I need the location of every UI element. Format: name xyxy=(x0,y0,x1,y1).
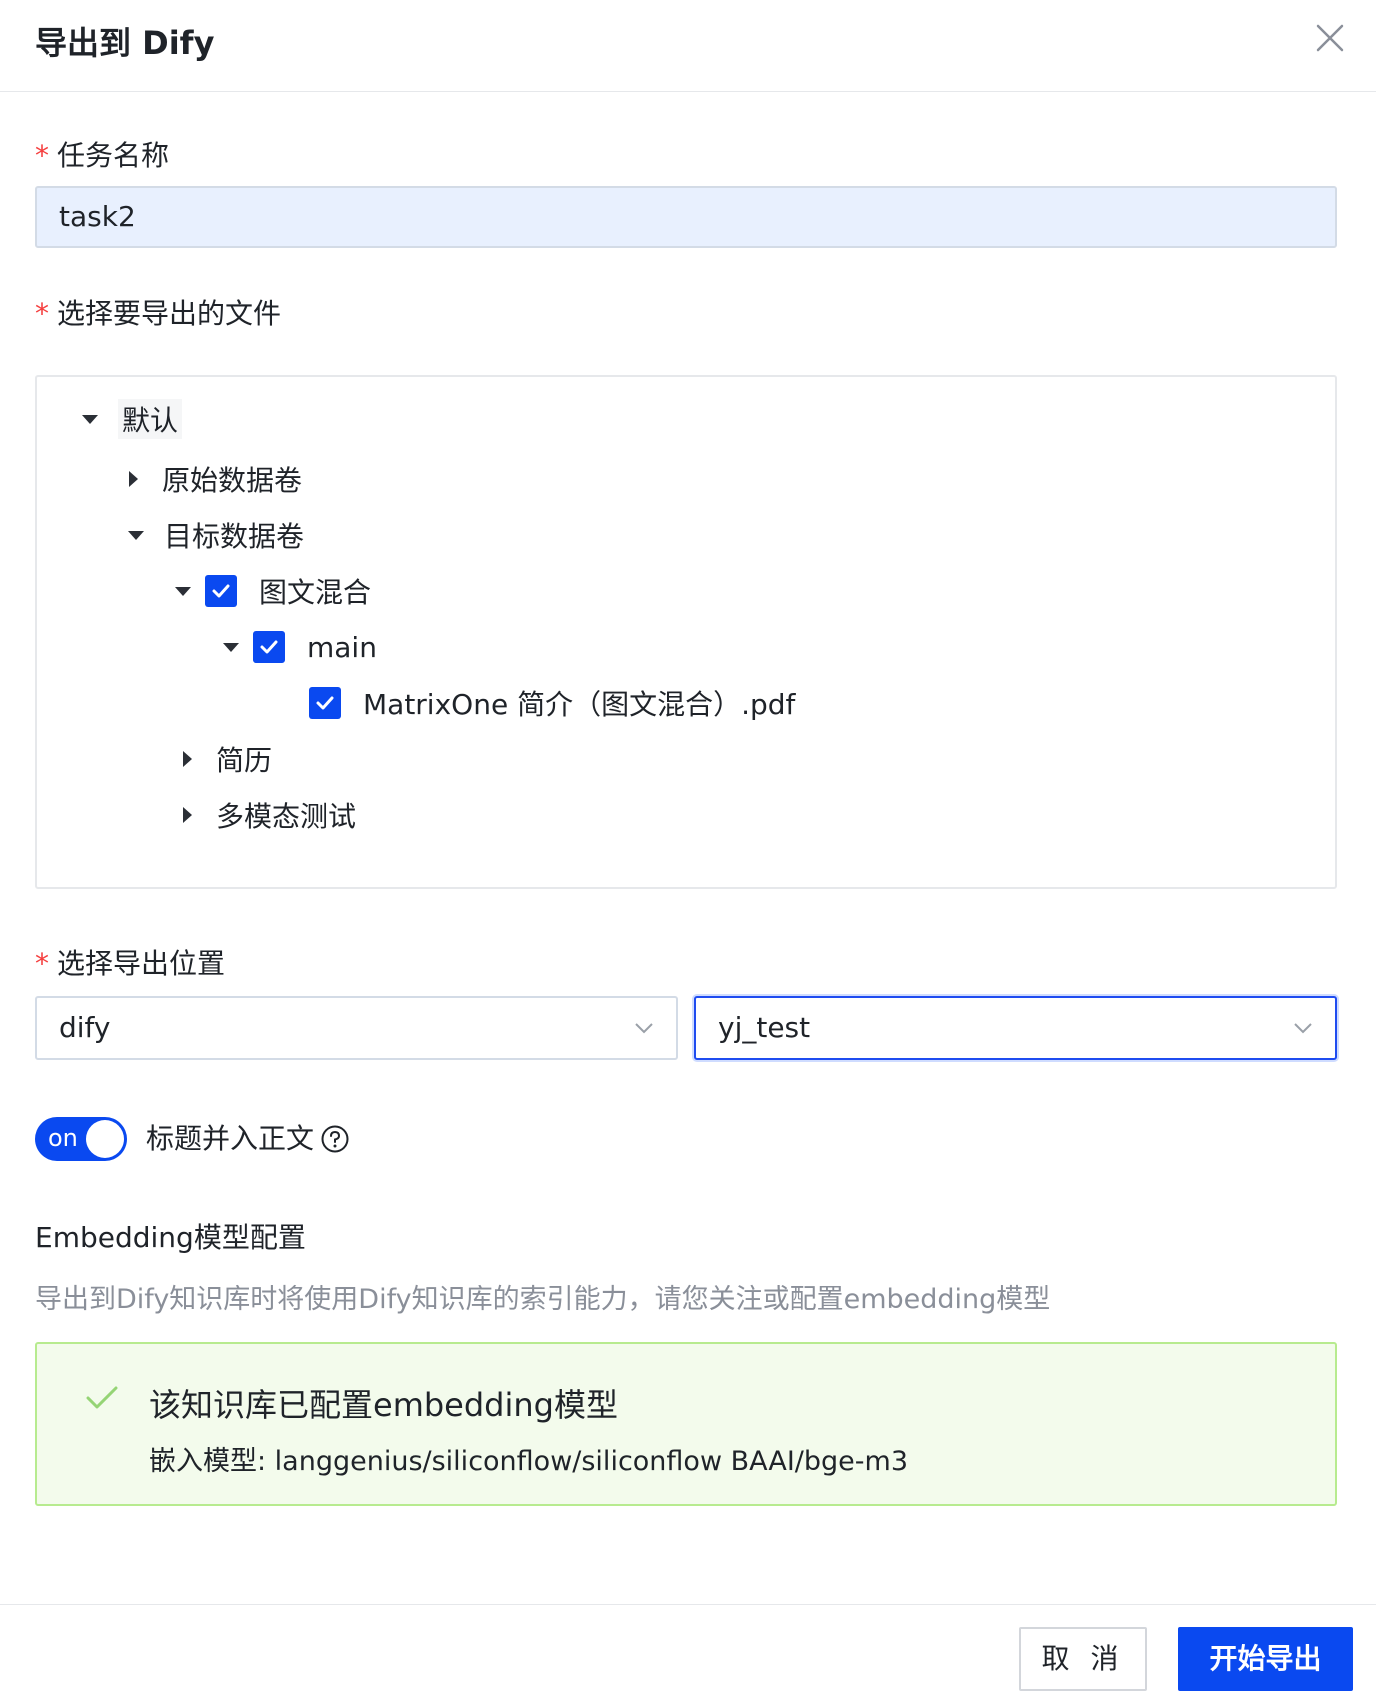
platform-select[interactable]: dify xyxy=(35,996,678,1060)
task-name-label-text: 任务名称 xyxy=(57,139,170,172)
title-merge-toggle[interactable]: on xyxy=(35,1117,127,1161)
caret-down-icon[interactable] xyxy=(175,586,191,596)
dialog-title: 导出到 Dify xyxy=(35,24,215,62)
tree-node-source-volume[interactable]: 原始数据卷 xyxy=(129,457,302,501)
check-icon xyxy=(260,640,278,654)
embedding-success-alert: 该知识库已配置embedding模型 嵌入模型: langgenius/sili… xyxy=(35,1342,1337,1506)
embedding-section-title: Embedding模型配置 xyxy=(35,1221,306,1254)
caret-down-icon[interactable] xyxy=(128,530,144,540)
tree-node-main-label: main xyxy=(307,630,377,664)
checkbox-checked[interactable] xyxy=(253,631,285,663)
task-name-input[interactable]: task2 xyxy=(35,186,1337,248)
dataset-select[interactable]: yj_test xyxy=(694,996,1337,1060)
location-label: * 选择导出位置 xyxy=(35,942,225,982)
dialog-footer xyxy=(0,1604,1376,1707)
tree-node-root-label: 默认 xyxy=(118,399,183,439)
check-icon xyxy=(86,1386,118,1409)
alert-title: 该知识库已配置embedding模型 xyxy=(149,1386,618,1424)
files-label: * 选择要导出的文件 xyxy=(35,292,281,332)
caret-down-icon[interactable] xyxy=(82,414,98,424)
chevron-down-icon xyxy=(635,1023,653,1034)
checkbox-checked[interactable] xyxy=(309,687,341,719)
close-icon[interactable] xyxy=(1312,20,1348,56)
tree-node-target-volume[interactable]: 目标数据卷 xyxy=(128,513,304,557)
required-marker: * xyxy=(35,297,49,330)
task-name-label: * 任务名称 xyxy=(35,134,169,174)
question-circle-icon[interactable] xyxy=(320,1124,350,1154)
toggle-label: 标题并入正文 xyxy=(146,1117,350,1161)
tree-node-resume-label: 简历 xyxy=(216,744,273,777)
dataset-select-value: yj_test xyxy=(718,1011,811,1044)
tree-node-resume[interactable]: 简历 xyxy=(183,737,272,781)
tree-node-mixed-label: 图文混合 xyxy=(259,576,372,609)
caret-right-icon[interactable] xyxy=(183,807,192,823)
tree-node-mixed[interactable]: 图文混合 xyxy=(175,569,371,613)
toggle-knob xyxy=(86,1120,124,1158)
start-export-button[interactable]: 开始导出 xyxy=(1178,1627,1353,1691)
tree-node-target-volume-label: 目标数据卷 xyxy=(164,520,305,553)
tree-node-source-volume-label: 原始数据卷 xyxy=(162,464,303,497)
check-icon xyxy=(316,696,334,710)
dialog-header: 导出到 Dify xyxy=(0,0,1376,92)
chevron-down-icon xyxy=(1294,1023,1312,1034)
toggle-label-text: 标题并入正文 xyxy=(146,1122,315,1155)
tree-node-file-label: MatrixOne 简介（图文混合）.pdf xyxy=(363,688,796,721)
location-label-text: 选择导出位置 xyxy=(57,947,226,980)
checkbox-checked[interactable] xyxy=(205,575,237,607)
alert-detail: 嵌入模型: langgenius/siliconflow/siliconflow… xyxy=(149,1446,908,1477)
tree-node-file[interactable]: MatrixOne 简介（图文混合）.pdf xyxy=(309,681,795,725)
tree-node-root[interactable]: 默认 xyxy=(82,397,183,441)
cancel-button[interactable]: 取 消 xyxy=(1019,1627,1147,1691)
files-label-text: 选择要导出的文件 xyxy=(57,297,282,330)
embedding-description: 导出到Dify知识库时将使用Dify知识库的索引能力，请您关注或配置embedd… xyxy=(35,1284,1051,1315)
file-tree: 默认 原始数据卷 目标数据卷 图文混合 main MatrixOne 简介（图文… xyxy=(35,375,1337,889)
tree-node-main[interactable]: main xyxy=(223,625,377,669)
tree-node-multimodal-label: 多模态测试 xyxy=(216,800,357,833)
toggle-state-text: on xyxy=(48,1124,78,1152)
tree-node-multimodal[interactable]: 多模态测试 xyxy=(183,793,356,837)
caret-right-icon[interactable] xyxy=(129,471,138,487)
required-marker: * xyxy=(35,947,49,980)
caret-right-icon[interactable] xyxy=(183,751,192,767)
check-icon xyxy=(212,584,230,598)
required-marker: * xyxy=(35,139,49,172)
caret-down-icon[interactable] xyxy=(223,642,239,652)
platform-select-value: dify xyxy=(59,1011,111,1044)
